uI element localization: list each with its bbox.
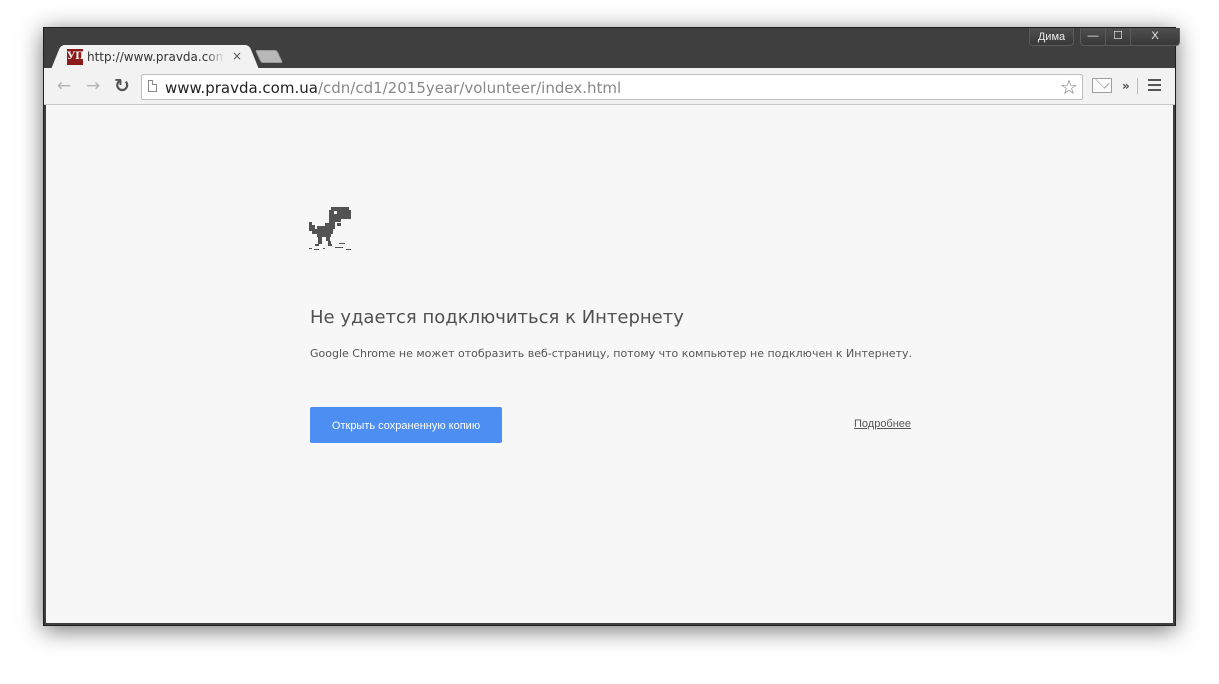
offline-dinosaur-icon — [309, 207, 351, 250]
profile-button[interactable]: Дима — [1029, 28, 1074, 46]
error-title: Не удается подключиться к Интернету — [310, 307, 684, 328]
back-arrow-icon[interactable]: ← — [53, 76, 75, 96]
extensions-overflow-icon[interactable]: » — [1122, 76, 1138, 96]
page-icon — [148, 80, 157, 92]
bookmark-star-icon[interactable]: ☆ — [1058, 76, 1080, 98]
toolbar-divider — [1137, 78, 1138, 94]
toolbar: ← → ↻ www.pravda.com.ua/cdn/cd1/2015year… — [44, 68, 1175, 105]
reload-icon[interactable]: ↻ — [111, 76, 133, 96]
window-controls: — ☐ X — [1080, 28, 1180, 46]
new-tab-button[interactable] — [254, 50, 284, 63]
browser-window: Дима — ☐ X УП http://www.pravda.com.ua/c… — [43, 27, 1180, 626]
address-bar[interactable]: www.pravda.com.ua/cdn/cd1/2015year/volun… — [141, 74, 1083, 100]
error-description: Google Chrome не может отобразить веб-ст… — [310, 347, 912, 360]
url-host: www.pravda.com.ua — [165, 79, 318, 97]
tab-title: http://www.pravda.com.ua/cdn/cd1/2015yea… — [87, 50, 225, 64]
forward-arrow-icon[interactable]: → — [82, 76, 104, 96]
title-bar: Дима — ☐ X УП http://www.pravda.com.ua/c… — [44, 28, 1180, 69]
details-link[interactable]: Подробнее — [854, 418, 911, 430]
maximize-button[interactable]: ☐ — [1105, 28, 1131, 46]
open-cached-copy-button[interactable]: Открыть сохраненную копию — [310, 407, 502, 443]
tab-active[interactable]: УП http://www.pravda.com.ua/cdn/cd1/2015… — [62, 45, 248, 69]
menu-hamburger-icon[interactable] — [1148, 79, 1162, 93]
close-window-button[interactable]: X — [1130, 28, 1180, 46]
url-path: /cdn/cd1/2015year/volunteer/index.html — [317, 79, 622, 97]
tab-close-icon[interactable]: × — [230, 48, 244, 64]
page-content: Не удается подключиться к Интернету Goog… — [46, 105, 1173, 623]
url-text[interactable]: www.pravda.com.ua/cdn/cd1/2015year/volun… — [165, 79, 621, 97]
favicon-icon: УП — [67, 49, 85, 65]
mail-extension-icon[interactable] — [1092, 78, 1112, 93]
minimize-button[interactable]: — — [1080, 28, 1106, 46]
